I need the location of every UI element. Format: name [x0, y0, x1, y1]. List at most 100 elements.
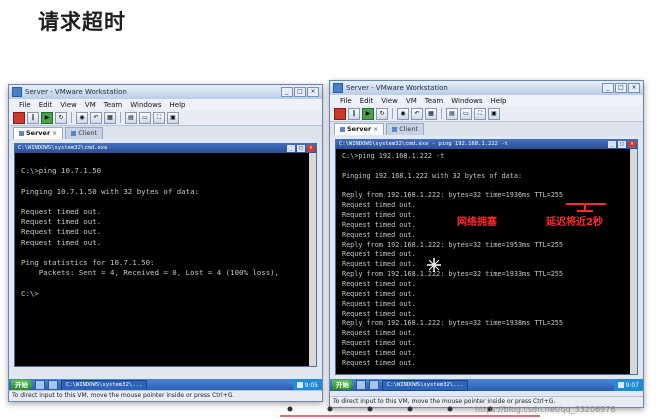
console-line: Reply from 192.168.1.222: bytes=32 time=…: [342, 191, 563, 200]
power-on-icon[interactable]: ▶: [362, 107, 374, 120]
snapshot-manager-icon[interactable]: ▦: [104, 111, 116, 124]
quicklaunch-icon[interactable]: [356, 380, 366, 390]
close-button[interactable]: ×: [628, 83, 640, 93]
quicklaunch-icon[interactable]: [35, 380, 45, 390]
title-bar[interactable]: Server - VMware Workstation _ □ ×: [330, 81, 643, 95]
window-title: Server - VMware Workstation: [25, 88, 127, 96]
toolbar: ‖ ▶ ↻ ◉ ↶ ▦ ▤ ▭ ⛶ ▣: [330, 106, 643, 122]
sidebar-toggle-icon[interactable]: ▤: [446, 107, 458, 120]
tab-label: Client: [78, 129, 98, 137]
revert-icon[interactable]: ↶: [411, 107, 423, 120]
minimize-button[interactable]: _: [281, 87, 293, 97]
menu-help[interactable]: Help: [491, 97, 507, 105]
close-icon[interactable]: ×: [52, 128, 57, 139]
tab-server[interactable]: Server ×: [334, 123, 385, 135]
quick-switch-icon[interactable]: ▣: [488, 107, 500, 120]
taskbar-cmd-button[interactable]: C:\WINDOWS\system32\...: [382, 379, 469, 391]
console-title-bar[interactable]: C:\WINDOWS\system32\cmd.exe - ping 192.1…: [336, 140, 637, 149]
maximize-button[interactable]: □: [618, 141, 626, 148]
cmd-console[interactable]: C:\WINDOWS\system32\cmd.exe - ping 192.1…: [335, 139, 638, 375]
fullscreen-icon[interactable]: ⛶: [474, 107, 486, 120]
console-scrollbar[interactable]: [309, 153, 316, 366]
console-line: Request timed out.: [342, 279, 416, 288]
quick-switch-icon[interactable]: ▣: [167, 111, 179, 124]
snapshot-icon[interactable]: ◉: [397, 107, 409, 120]
annotation-congestion: 网络拥塞: [457, 217, 497, 228]
guest-taskbar: 开始 C:\WINDOWS\system32\... 9:07: [330, 379, 643, 391]
console-line: C:\>ping 192.168.1.222 -t: [342, 152, 445, 160]
quicklaunch-icon[interactable]: [369, 380, 379, 390]
maximize-button[interactable]: □: [294, 87, 306, 97]
vmware-window-right: Server - VMware Workstation _ □ × File E…: [329, 80, 644, 408]
tab-client[interactable]: Client: [386, 123, 425, 135]
maximize-button[interactable]: □: [297, 145, 305, 152]
console-line: Pinging 10.7.1.50 with 32 bytes of data:: [21, 186, 199, 196]
fullscreen-icon[interactable]: ⛶: [153, 111, 165, 124]
reset-icon[interactable]: ↻: [376, 107, 388, 120]
console-line: C:\>ping 10.7.1.50: [21, 166, 102, 176]
close-button[interactable]: ×: [628, 141, 636, 148]
menu-file[interactable]: File: [19, 101, 31, 109]
pause-icon[interactable]: ‖: [348, 107, 360, 120]
sidebar-toggle-icon[interactable]: ▤: [125, 111, 137, 124]
snapshot-icon[interactable]: ◉: [76, 111, 88, 124]
snapshot-manager-icon[interactable]: ▦: [425, 107, 437, 120]
pause-icon[interactable]: ‖: [27, 111, 39, 124]
start-button[interactable]: 开始: [332, 380, 353, 390]
console-line: Request timed out.: [342, 358, 416, 367]
menu-file[interactable]: File: [340, 97, 352, 105]
maximize-button[interactable]: □: [615, 83, 627, 93]
tab-client[interactable]: Client: [65, 127, 104, 139]
menu-vm[interactable]: VM: [85, 101, 96, 109]
menu-view[interactable]: View: [381, 97, 398, 105]
menu-edit[interactable]: Edit: [360, 97, 374, 105]
power-off-icon[interactable]: [13, 111, 25, 124]
close-button[interactable]: ×: [307, 87, 319, 97]
window-title: Server - VMware Workstation: [346, 84, 448, 92]
console-line: Request timed out.: [342, 250, 416, 259]
minimize-button[interactable]: _: [608, 141, 616, 148]
console-line: Packets: Sent = 4, Received = 0, Lost = …: [21, 268, 280, 278]
vm-icon: [392, 127, 398, 132]
power-on-icon[interactable]: ▶: [41, 111, 53, 124]
vm-tabs: Server × Client: [9, 126, 322, 139]
minimize-button[interactable]: _: [602, 83, 614, 93]
status-bar: To direct input to this VM, move the mou…: [9, 390, 322, 401]
taskbar-cmd-button[interactable]: C:\WINDOWS\system32\...: [61, 379, 148, 391]
console-view-icon[interactable]: ▭: [139, 111, 151, 124]
close-icon[interactable]: ×: [373, 124, 378, 135]
console-scrollbar[interactable]: [630, 149, 637, 374]
reset-icon[interactable]: ↻: [55, 111, 67, 124]
page-title: 请求超时: [38, 10, 126, 34]
tray-icon[interactable]: [617, 382, 624, 388]
console-view-icon[interactable]: ▭: [460, 107, 472, 120]
console-line: Request timed out.: [21, 217, 102, 227]
tray-icon[interactable]: [296, 382, 303, 388]
title-bar[interactable]: Server - VMware Workstation _ □ ×: [9, 85, 322, 99]
console-title: C:\WINDOWS\system32\cmd.exe - ping 192.1…: [339, 141, 508, 147]
power-off-icon[interactable]: [334, 107, 346, 120]
console-output: C:\>ping 10.7.1.50 Pinging 10.7.1.50 wit…: [15, 153, 316, 302]
menu-team[interactable]: Team: [104, 101, 123, 109]
menu-view[interactable]: View: [60, 101, 77, 109]
menu-team[interactable]: Team: [425, 97, 444, 105]
minimize-button[interactable]: _: [287, 145, 295, 152]
cmd-console[interactable]: C:\WINDOWS\system32\cmd.exe _ □ × C:\>pi…: [14, 143, 317, 367]
vmware-app-icon: [333, 83, 343, 93]
start-button[interactable]: 开始: [11, 380, 32, 390]
console-line: C:\>: [21, 288, 39, 298]
menu-edit[interactable]: Edit: [39, 101, 53, 109]
menu-windows[interactable]: Windows: [130, 101, 161, 109]
revert-icon[interactable]: ↶: [90, 111, 102, 124]
menu-windows[interactable]: Windows: [451, 97, 482, 105]
tab-server[interactable]: Server ×: [13, 127, 64, 139]
menu-help[interactable]: Help: [170, 101, 186, 109]
quicklaunch-icon[interactable]: [48, 380, 58, 390]
close-button[interactable]: ×: [307, 145, 315, 152]
console-line: Request timed out.: [342, 348, 416, 357]
console-title-bar[interactable]: C:\WINDOWS\system32\cmd.exe _ □ ×: [15, 144, 316, 153]
menu-vm[interactable]: VM: [406, 97, 417, 105]
